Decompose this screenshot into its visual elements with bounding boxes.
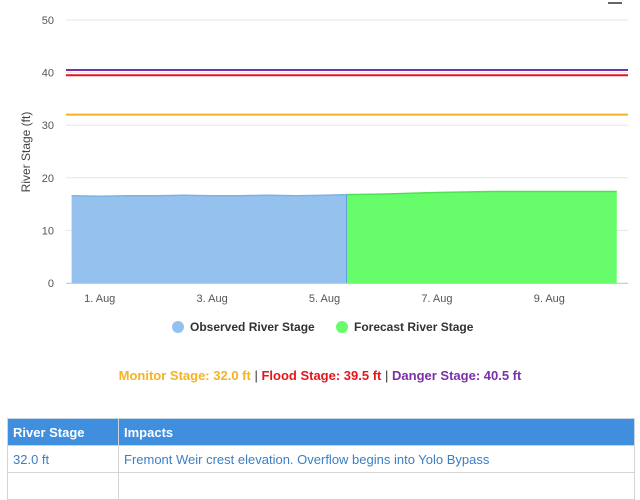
table-row: [7, 472, 635, 500]
legend-label[interactable]: Observed River Stage: [190, 320, 315, 334]
separator: |: [254, 368, 258, 383]
row-stage: [7, 472, 119, 500]
series-area-1: [347, 191, 617, 283]
y-tick-label: 0: [48, 278, 54, 290]
legend-label[interactable]: Forecast River Stage: [354, 320, 474, 334]
legend[interactable]: Observed River Stage Forecast River Stage: [172, 320, 474, 334]
y-tick-label: 50: [42, 15, 54, 27]
row-impact: [118, 472, 635, 500]
danger-stage-text: Danger Stage: 40.5 ft: [392, 368, 522, 383]
x-tick-label: 9. Aug: [534, 293, 565, 305]
table-row: 32.0 ft Fremont Weir crest elevation. Ov…: [7, 445, 635, 473]
series-areas: [71, 190, 617, 283]
menu-icon[interactable]: [608, 0, 622, 6]
table-header-row: River Stage Impacts: [7, 418, 635, 446]
separator: |: [385, 368, 389, 383]
stage-thresholds-summary: Monitor Stage: 32.0 ft | Flood Stage: 39…: [0, 368, 640, 383]
y-tick-label: 20: [42, 173, 54, 185]
header-impacts: Impacts: [118, 418, 635, 446]
legend-marker[interactable]: [172, 321, 184, 333]
row-stage: 32.0 ft: [7, 445, 119, 473]
y-axis-label: River Stage (ft): [19, 112, 33, 193]
x-tick-label: 7. Aug: [421, 293, 452, 305]
flood-stage-text: Flood Stage: 39.5 ft: [261, 368, 382, 383]
y-tick-label: 30: [42, 120, 54, 132]
impacts-table: River Stage Impacts 32.0 ft Fremont Weir…: [7, 418, 635, 500]
row-impact: Fremont Weir crest elevation. Overflow b…: [118, 445, 635, 473]
x-tick-label: 5. Aug: [309, 293, 340, 305]
x-tick-label: 1. Aug: [84, 293, 115, 305]
x-tick-label: 3. Aug: [197, 293, 228, 305]
river-stage-chart: 0 10 20 30 40 50 1. Aug 3. Aug 5. Aug 7. Aug 9. Au…: [19, 15, 628, 334]
series-line-0: [71, 193, 348, 197]
series-area-0: [71, 194, 347, 283]
monitor-stage-text: Monitor Stage: 32.0 ft: [118, 368, 251, 383]
header-river-stage: River Stage: [7, 418, 119, 446]
y-tick-label: 40: [42, 68, 54, 80]
y-tick-label: 10: [42, 225, 54, 237]
legend-marker[interactable]: [336, 321, 348, 333]
threshold-lines: [66, 68, 628, 116]
